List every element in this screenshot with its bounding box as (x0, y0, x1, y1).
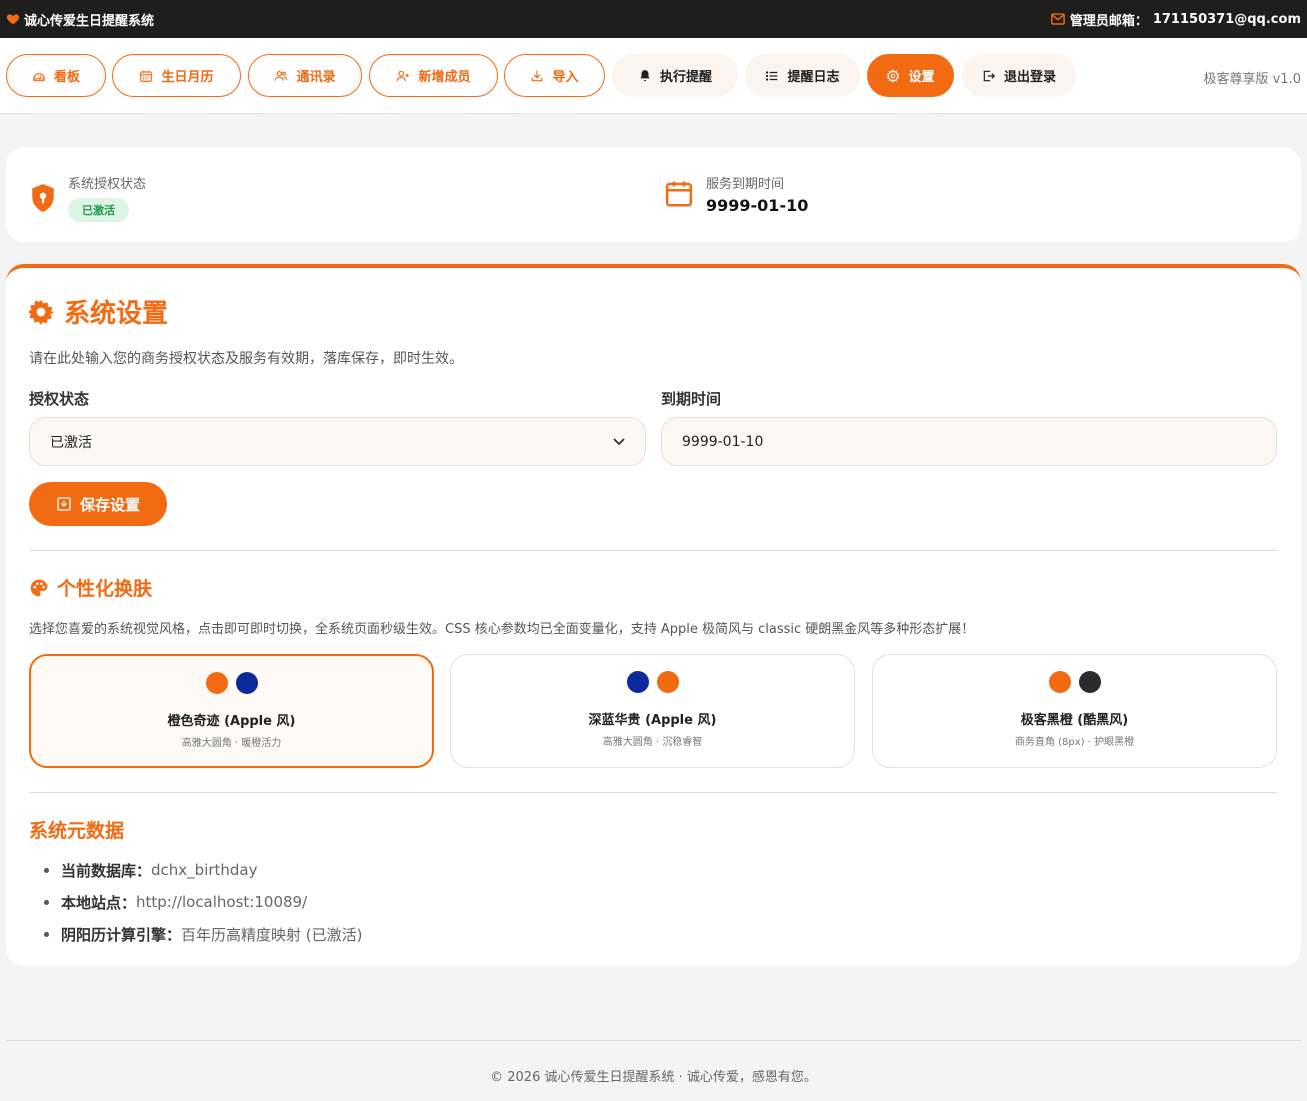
gear-icon (887, 68, 900, 83)
nav-label: 退出登录 (1003, 70, 1056, 85)
brand-title: 诚心传爱生日提醒系统 (24, 13, 155, 29)
nav-calendar[interactable]: 生日月历 (112, 54, 241, 97)
nav-label: 执行提醒 (659, 70, 712, 85)
title-text: 系统设置 (64, 299, 169, 329)
meta-section-title: 系统元数据 (29, 820, 125, 842)
list-item: 当前数据库： dchx_birthday (44, 854, 363, 886)
nav-dashboard[interactable]: 看板 (6, 54, 106, 97)
meta-value: http://localhost:10089/ (136, 893, 308, 911)
palette-icon (30, 579, 48, 596)
expire-label: 服务到期时间 (706, 177, 785, 192)
meta-value: dchx_birthday (151, 861, 258, 879)
chevron-down-icon (613, 437, 625, 445)
theme-card-navy[interactable]: 深蓝华贵 (Apple 风) 高雅大圆角 · 沉稳睿智 (450, 654, 855, 768)
meta-list: 当前数据库： dchx_birthday 本地站点： http://localhos… (44, 854, 363, 950)
theme-card-orange[interactable]: 橙色奇迹 (Apple 风) 高雅大圆角 · 暖橙活力 (29, 654, 434, 768)
save-label: 保存设置 (79, 495, 140, 514)
nav-label: 设置 (908, 70, 935, 85)
meta-label: 本地站点： (61, 893, 137, 912)
theme-subtitle: 高雅大圆角 · 沉稳睿智 (602, 737, 703, 748)
brand: 诚心传爱生日提醒系统 (6, 10, 154, 29)
meta-label: 阴阳历计算引擎： (61, 925, 182, 944)
contacts-icon (275, 70, 288, 81)
calendar-icon (665, 181, 693, 207)
list-item: 本地站点： http://localhost:10089/ (44, 886, 363, 918)
add-user-icon (397, 70, 410, 81)
color-swatch (205, 672, 228, 694)
theme-card-geek[interactable]: 极客黑橙 (酷黑风) 商务直角 (8px) · 护眼黑橙 (872, 654, 1277, 768)
admin-email: 管理员邮箱： 171150371@qq.com (1050, 10, 1301, 29)
nav-bar: 看板 生日月历 通讯录 新增成员 导入 执行提醒 提醒日志 设置 退出登录 极客… (0, 38, 1307, 114)
footer: © 2026 诚心传爱生日提醒系统 · 诚心传爱，感恩有您。 (490, 1070, 817, 1085)
save-button[interactable]: 保存设置 (29, 482, 167, 526)
meta-value: 百年历高精度映射 (已激活) (181, 925, 363, 944)
theme-description: 选择您喜爱的系统视觉风格，点击即可即时切换，全系统页面秒级生效。CSS 核心参数… (29, 622, 975, 637)
save-icon (57, 497, 71, 511)
license-status-card: 系统授权状态 已激活 服务到期时间 9999-01-10 (6, 147, 1301, 242)
expire-field-label: 到期时间 (661, 390, 722, 408)
nav-import[interactable]: 导入 (504, 54, 605, 97)
import-icon (532, 70, 543, 81)
nav-label: 看板 (53, 70, 80, 85)
auth-field-label: 授权状态 (29, 390, 90, 408)
mail-icon (1050, 13, 1065, 25)
nav-label: 提醒日志 (787, 70, 840, 85)
nav-label: 通讯录 (296, 70, 336, 85)
theme-name: 橙色奇迹 (Apple 风) (167, 714, 296, 729)
theme-swatches (451, 671, 854, 693)
auth-status-value: 已激活 (50, 434, 92, 451)
logout-icon (983, 70, 996, 81)
dashboard-icon (33, 72, 45, 81)
nav-reminder-log[interactable]: 提醒日志 (745, 54, 860, 97)
version-label: 极客尊享版 v1.0 (1203, 72, 1301, 87)
nav-contacts[interactable]: 通讯录 (248, 54, 362, 97)
auth-status-select[interactable]: 已激活 (29, 417, 646, 466)
settings-card: 系统设置 请在此处输入您的商务授权状态及服务有效期，落库保存，即时生效。 授权状… (6, 264, 1301, 966)
shield-icon (32, 183, 54, 212)
nav-add-member[interactable]: 新增成员 (369, 54, 498, 97)
expire-input-value: 9999-01-10 (682, 433, 764, 450)
auth-status: 系统授权状态 已激活 (30, 173, 146, 222)
divider (29, 792, 1277, 793)
theme-subtitle: 商务直角 (8px) · 护眼黑橙 (1014, 737, 1135, 748)
calendar-icon (140, 70, 153, 82)
page-title: 系统设置 (28, 293, 168, 330)
expire-value: 9999-01-10 (706, 196, 809, 215)
nav-logout[interactable]: 退出登录 (962, 54, 1076, 97)
heart-icon (6, 14, 20, 25)
theme-name: 极客黑橙 (酷黑风) (1020, 713, 1129, 728)
nav-label: 导入 (552, 70, 579, 85)
list-icon (766, 70, 778, 81)
nav-run-reminder[interactable]: 执行提醒 (612, 54, 738, 97)
theme-swatches (31, 672, 432, 694)
auth-status-label: 系统授权状态 (68, 177, 147, 192)
bell-icon (640, 69, 650, 81)
nav-label: 新增成员 (418, 70, 471, 85)
settings-description: 请在此处输入您的商务授权状态及服务有效期，落库保存，即时生效。 (29, 351, 463, 367)
meta-label: 当前数据库： (61, 861, 152, 880)
theme-subtitle: 高雅大圆角 · 暖橙活力 (181, 738, 282, 749)
mail-label: 管理员邮箱： (1069, 13, 1148, 29)
footer-divider (6, 1040, 1301, 1041)
expire-status: 服务到期时间 9999-01-10 (664, 173, 808, 215)
theme-swatches (873, 671, 1276, 693)
color-swatch (235, 672, 258, 694)
nav-label: 生日月历 (161, 70, 214, 85)
theme-name: 深蓝华贵 (Apple 风) (588, 713, 717, 728)
list-item: 阴阳历计算引擎： 百年历高精度映射 (已激活) (44, 918, 363, 950)
color-swatch (1078, 671, 1101, 693)
color-swatch (656, 671, 679, 693)
gear-icon (28, 299, 54, 325)
theme-title-text: 个性化换肤 (57, 578, 153, 600)
status-badge: 已激活 (68, 198, 129, 222)
nav-settings[interactable]: 设置 (867, 54, 954, 97)
top-bar: 诚心传爱生日提醒系统 管理员邮箱： 171150371@qq.com (0, 0, 1307, 38)
divider (29, 550, 1277, 551)
expire-date-input[interactable]: 9999-01-10 (661, 417, 1277, 466)
mail-value: 171150371@qq.com (1152, 11, 1301, 27)
theme-section-title: 个性化换肤 (29, 574, 152, 601)
color-swatch (626, 671, 649, 693)
color-swatch (1048, 671, 1071, 693)
